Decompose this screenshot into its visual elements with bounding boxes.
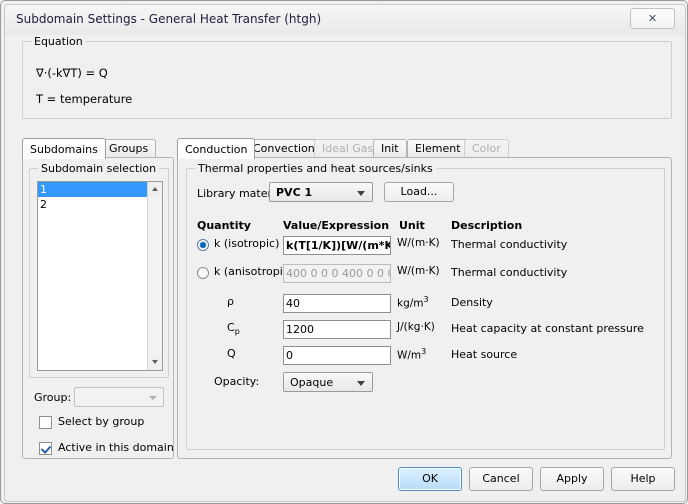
tab-conduction-label: Conduction bbox=[185, 143, 248, 156]
k-anisotropic-unit: W/(m·K) bbox=[397, 265, 440, 277]
k-isotropic-label: k (isotropic) bbox=[214, 237, 280, 250]
table-row: Q 0 W/m3 Heat source bbox=[187, 345, 666, 367]
table-row: k (isotropic) k(T[1/K])[W/(m*K)] W/(m·K)… bbox=[187, 235, 666, 257]
tab-ideal-gas-label: Ideal Gas bbox=[322, 142, 374, 155]
tab-conduction[interactable]: Conduction bbox=[177, 138, 256, 159]
window-title: Subdomain Settings - General Heat Transf… bbox=[16, 12, 322, 26]
table-row: k (anisotropic) 400 0 0 0 400 0 0 0 400 … bbox=[187, 263, 666, 285]
subdomain-listbox-items: 1 2 bbox=[38, 182, 148, 212]
list-item[interactable]: 2 bbox=[38, 197, 148, 212]
thermal-properties-title: Thermal properties and heat sources/sink… bbox=[195, 162, 436, 175]
tab-subdomains-label: Subdomains bbox=[30, 143, 98, 156]
listbox-scrollbar[interactable] bbox=[147, 182, 162, 370]
cancel-button[interactable]: Cancel bbox=[469, 467, 533, 491]
tab-groups-label: Groups bbox=[109, 142, 149, 155]
header-quantity: Quantity bbox=[197, 219, 251, 232]
table-row: ρ 40 kg/m3 Density bbox=[187, 293, 666, 315]
opacity-label: Opacity: bbox=[214, 375, 260, 388]
library-material-value: PVC 1 bbox=[276, 186, 313, 199]
left-tab-panel: Subdomains Groups Subdomain selection 1 bbox=[22, 138, 174, 459]
heat-source-description: Heat source bbox=[451, 348, 518, 361]
group-label: Group: bbox=[34, 391, 72, 404]
header-description: Description bbox=[451, 219, 523, 232]
right-tab-body: Thermal properties and heat sources/sink… bbox=[177, 157, 672, 459]
select-by-group-label: Select by group bbox=[58, 415, 145, 428]
density-description: Density bbox=[451, 296, 493, 309]
heat-source-input[interactable]: 0 bbox=[283, 346, 391, 365]
library-material-dropdown[interactable]: PVC 1 bbox=[269, 182, 373, 202]
dialog-window-inner: Subdomain Settings - General Heat Transf… bbox=[4, 4, 686, 502]
heat-capacity-unit: J/(kg·K) bbox=[397, 321, 435, 333]
close-button[interactable]: ✕ bbox=[630, 8, 675, 29]
heat-source-symbol-label: Q bbox=[227, 347, 236, 360]
scroll-down-arrow-icon[interactable] bbox=[148, 355, 162, 370]
tab-subdomains[interactable]: Subdomains bbox=[22, 138, 106, 159]
tab-init[interactable]: Init bbox=[373, 139, 407, 158]
equation-line-1: ∇·(-k∇T) = Q bbox=[36, 66, 108, 80]
thermal-properties-groupbox: Thermal properties and heat sources/sink… bbox=[186, 162, 666, 450]
k-isotropic-description: Thermal conductivity bbox=[451, 238, 568, 251]
density-input[interactable]: 40 bbox=[283, 294, 391, 313]
equation-groupbox: Equation ∇·(-k∇T) = Q T = temperature bbox=[22, 35, 672, 119]
left-tab-body: Subdomain selection 1 2 Group: Select by… bbox=[22, 157, 174, 459]
tab-groups[interactable]: Groups bbox=[101, 139, 157, 158]
k-anisotropic-input[interactable]: 400 0 0 0 400 0 0 0 400 bbox=[283, 264, 391, 283]
equation-line-2: T = temperature bbox=[36, 92, 133, 106]
active-in-domain-label: Active in this domain bbox=[58, 441, 174, 454]
apply-button[interactable]: Apply bbox=[540, 467, 604, 491]
subdomain-selection-title: Subdomain selection bbox=[38, 162, 160, 175]
active-in-domain-checkbox[interactable] bbox=[39, 442, 52, 455]
scroll-up-arrow-icon[interactable] bbox=[148, 182, 162, 197]
tab-init-label: Init bbox=[381, 142, 399, 155]
density-value: 40 bbox=[286, 297, 300, 310]
opacity-row: Opacity: Opaque bbox=[187, 372, 666, 394]
tab-element[interactable]: Element bbox=[407, 139, 469, 158]
k-anisotropic-label: k (anisotropic) bbox=[214, 265, 294, 278]
k-isotropic-radio[interactable] bbox=[197, 239, 209, 251]
density-unit: kg/m3 bbox=[397, 295, 429, 310]
heat-capacity-description: Heat capacity at constant pressure bbox=[451, 322, 644, 335]
select-by-group-checkbox[interactable] bbox=[39, 416, 52, 429]
opacity-value: Opaque bbox=[290, 376, 334, 389]
heat-source-unit: W/m3 bbox=[397, 347, 427, 362]
load-button[interactable]: Load... bbox=[384, 182, 454, 202]
heat-capacity-value: 1200 bbox=[286, 323, 314, 336]
tab-color: Color bbox=[464, 139, 509, 158]
chevron-down-icon bbox=[357, 381, 365, 386]
title-bar: Subdomain Settings - General Heat Transf… bbox=[5, 5, 685, 35]
table-row: Cp 1200 J/(kg·K) Heat capacity at consta… bbox=[187, 319, 666, 341]
density-symbol-label: ρ bbox=[227, 295, 234, 308]
group-dropdown[interactable] bbox=[74, 387, 164, 407]
list-item-label: 2 bbox=[40, 198, 47, 211]
tab-ideal-gas: Ideal Gas bbox=[314, 139, 382, 158]
tab-convection[interactable]: Convection bbox=[245, 139, 323, 158]
heat-capacity-symbol-label: Cp bbox=[227, 321, 240, 337]
opacity-dropdown[interactable]: Opaque bbox=[283, 372, 373, 392]
heat-source-value: 0 bbox=[286, 349, 293, 362]
help-button[interactable]: Help bbox=[611, 467, 675, 491]
list-item[interactable]: 1 bbox=[38, 182, 148, 197]
tab-color-label: Color bbox=[472, 142, 501, 155]
list-item-label: 1 bbox=[40, 183, 47, 196]
chevron-down-icon bbox=[357, 191, 365, 196]
header-unit: Unit bbox=[399, 219, 425, 232]
equation-group-title: Equation bbox=[31, 35, 86, 48]
ok-button[interactable]: OK bbox=[398, 467, 462, 491]
tab-element-label: Element bbox=[415, 142, 461, 155]
k-anisotropic-radio[interactable] bbox=[197, 267, 209, 279]
subdomain-selection-groupbox: Subdomain selection 1 2 bbox=[29, 162, 169, 378]
header-value-expression: Value/Expression bbox=[283, 219, 390, 232]
chevron-down-icon bbox=[149, 396, 157, 400]
tab-convection-label: Convection bbox=[253, 142, 315, 155]
k-isotropic-value: k(T[1/K])[W/(m*K)] bbox=[286, 239, 390, 252]
heat-capacity-input[interactable]: 1200 bbox=[283, 320, 391, 339]
k-anisotropic-value: 400 0 0 0 400 0 0 0 400 bbox=[286, 267, 390, 280]
right-tab-panel: Conduction Convection Ideal Gas Init Ele… bbox=[177, 138, 672, 459]
k-anisotropic-description: Thermal conductivity bbox=[451, 266, 568, 279]
k-isotropic-input[interactable]: k(T[1/K])[W/(m*K)] bbox=[283, 236, 391, 255]
k-isotropic-unit: W/(m·K) bbox=[397, 237, 440, 249]
close-icon: ✕ bbox=[647, 12, 658, 25]
dialog-window: Subdomain Settings - General Heat Transf… bbox=[0, 0, 688, 504]
subdomain-listbox[interactable]: 1 2 bbox=[37, 181, 163, 371]
